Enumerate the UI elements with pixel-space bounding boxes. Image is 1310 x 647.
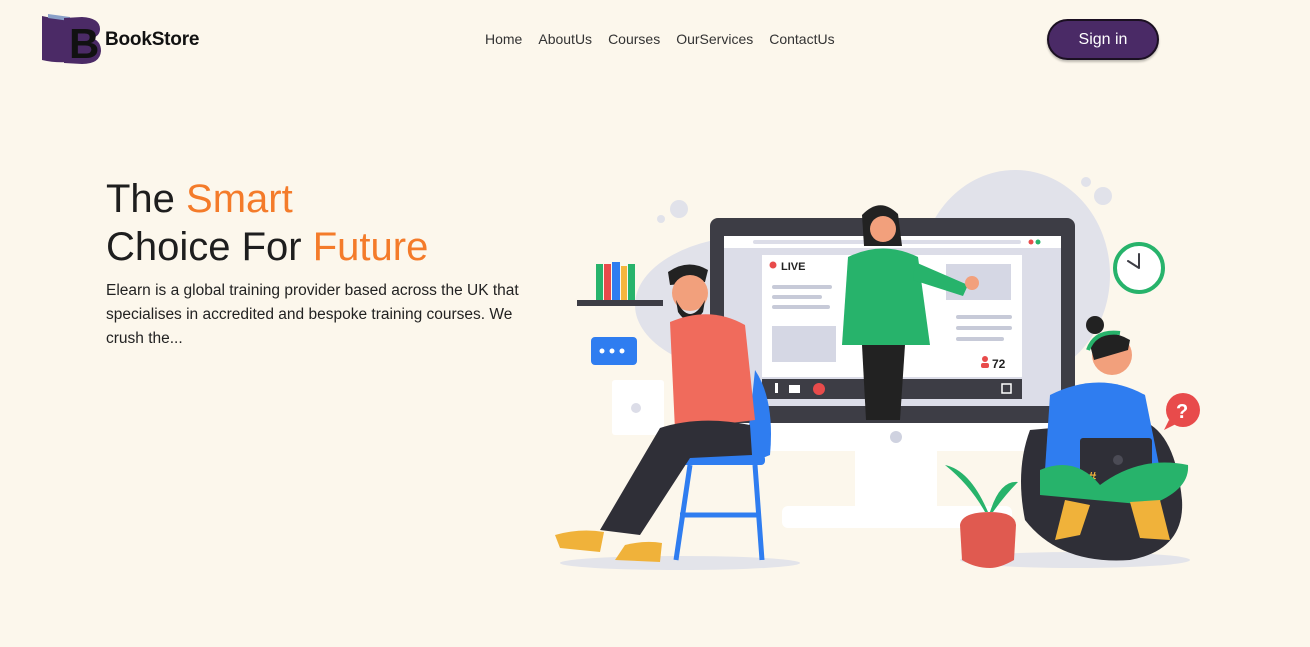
book-logo-icon: B — [42, 14, 101, 66]
book — [621, 266, 627, 300]
window-dot — [1028, 239, 1034, 245]
chat-dot — [619, 348, 625, 354]
laptop-camera — [1113, 455, 1123, 465]
hero-title: The Smart Choice For Future — [106, 175, 428, 271]
hero-illustration: LIVE 72 ? — [555, 170, 1200, 570]
book — [612, 262, 620, 300]
laptop-logo — [631, 403, 641, 413]
book — [596, 264, 603, 300]
live-label: LIVE — [781, 261, 805, 273]
man-shoe — [555, 530, 604, 552]
site-header: B BookStore Home AboutUs Courses OurServ… — [0, 0, 1310, 80]
viewer-icon-body — [981, 363, 989, 368]
text-line — [772, 285, 832, 289]
viewer-icon — [982, 356, 988, 362]
sign-in-button[interactable]: Sign in — [1047, 19, 1159, 60]
brand-name: BookStore — [105, 29, 200, 50]
camera-icon — [789, 385, 800, 393]
question-mark: ? — [1176, 401, 1188, 423]
text-line — [772, 305, 830, 309]
nav-our-services[interactable]: OurServices — [676, 31, 753, 47]
text-line — [956, 326, 1012, 330]
nav-courses[interactable]: Courses — [608, 31, 660, 47]
window-dot — [1035, 239, 1041, 245]
woman-bun — [1086, 316, 1104, 334]
teacher-pants — [862, 345, 905, 420]
nav-about-us[interactable]: AboutUs — [538, 31, 592, 47]
book — [628, 264, 635, 300]
nav-contact-us[interactable]: ContactUs — [769, 31, 834, 47]
brand-logo[interactable]: B BookStore — [40, 14, 199, 66]
end-call-icon — [813, 383, 825, 395]
text-line — [956, 315, 1012, 319]
decor-dot — [1081, 177, 1091, 187]
chair-legs — [673, 464, 765, 561]
nav-home[interactable]: Home — [485, 31, 522, 47]
main-nav: Home AboutUs Courses OurServices Contact… — [485, 31, 835, 47]
decor-dot — [657, 215, 665, 223]
brand-logo-letter: B — [69, 20, 99, 66]
viewer-count: 72 — [992, 357, 1006, 371]
hero-title-line2: Choice For Future — [106, 225, 428, 269]
teacher-hand — [965, 276, 979, 290]
live-dot-icon — [769, 261, 777, 269]
mic-icon — [775, 383, 778, 393]
image-placeholder — [772, 326, 836, 362]
text-line — [956, 337, 1004, 341]
man-shirt — [670, 314, 755, 430]
power-dot — [890, 431, 902, 443]
bookshelf-icon — [577, 300, 663, 306]
hero-title-smart: Smart — [186, 177, 293, 221]
hero-title-line1: The Smart — [106, 177, 293, 221]
plant-icon — [945, 465, 988, 512]
hero-title-future: Future — [312, 225, 429, 269]
hero-description: Elearn is a global training provider bas… — [106, 282, 519, 347]
text-line — [772, 295, 822, 299]
monitor-neck — [855, 451, 937, 506]
chat-dot — [609, 348, 615, 354]
decor-dot — [1094, 187, 1112, 205]
teacher-head — [870, 216, 896, 242]
man-pants — [600, 420, 752, 535]
chat-dot — [599, 348, 605, 354]
decor-dot — [670, 200, 688, 218]
plant-pot — [960, 512, 1016, 568]
man-shoe — [615, 541, 662, 562]
hero-title-choice-for: Choice For — [106, 225, 313, 269]
hero-title-the: The — [106, 177, 187, 221]
book — [604, 264, 611, 300]
